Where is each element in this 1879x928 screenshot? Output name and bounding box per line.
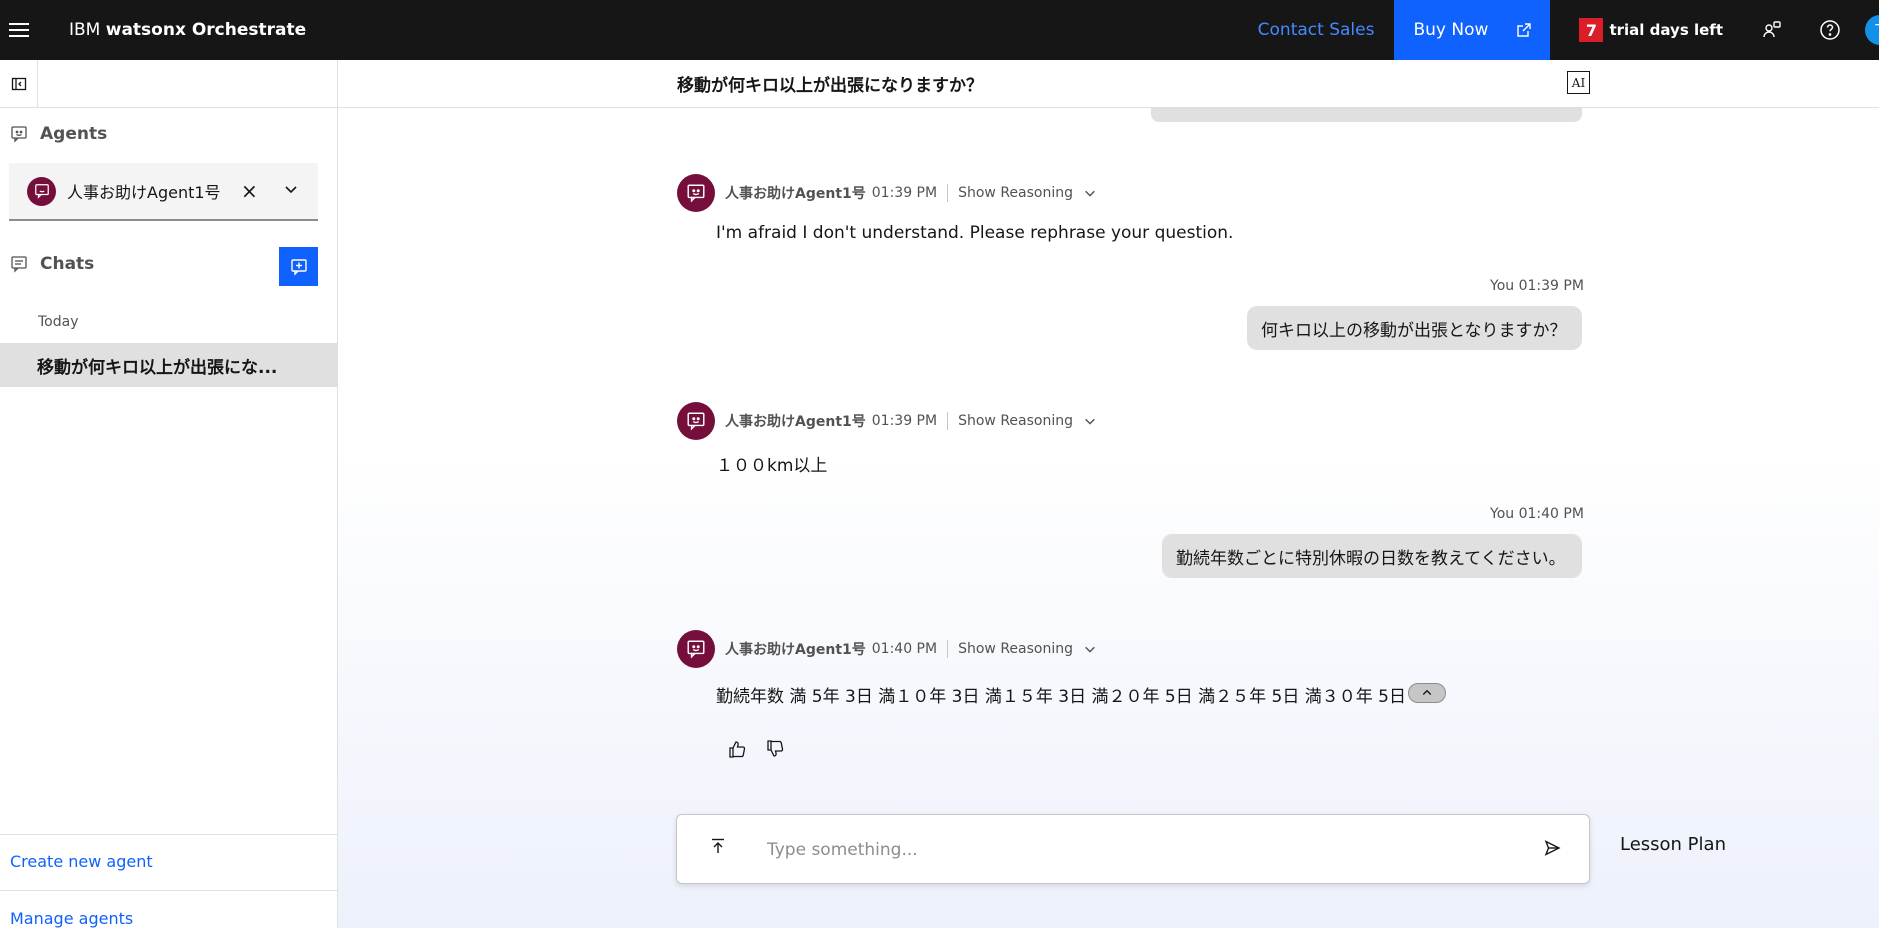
agents-section-header: Agents <box>10 124 107 144</box>
agent-name: 人事お助けAgent1号 <box>725 414 866 430</box>
message-time: 01:39 PM <box>871 185 938 201</box>
chats-section-header: Chats <box>10 254 94 274</box>
manage-agents-link[interactable]: Manage agents <box>10 909 133 928</box>
chats-label: Chats <box>40 254 95 274</box>
chevron-up-icon <box>1422 689 1432 695</box>
show-reasoning-toggle[interactable]: Show Reasoning <box>958 413 1073 429</box>
agent-avatar <box>677 402 715 440</box>
trial-indicator[interactable]: 7 trial days left <box>1579 18 1723 42</box>
clear-agent-icon[interactable]: × <box>241 179 258 203</box>
agent-message-header: 人事お助けAgent1号 01:39 PM Show Reasoning <box>677 402 1097 440</box>
sidebar-divider <box>0 890 337 891</box>
message-time: 01:39 PM <box>871 413 938 429</box>
new-chat-button[interactable] <box>279 247 318 286</box>
new-chat-icon <box>290 258 307 276</box>
chat-history-item[interactable]: 移動が何キロ以上が出張にな... <box>0 343 337 387</box>
send-icon[interactable] <box>1543 839 1561 861</box>
agent-avatar <box>27 176 56 206</box>
upload-icon[interactable] <box>709 837 727 859</box>
user-message-bubble: 勤続年数ごとに特別休暇の日数を教えてください。 <box>1162 534 1582 578</box>
show-reasoning-toggle[interactable]: Show Reasoning <box>958 641 1073 657</box>
user-chat-icon[interactable] <box>1743 0 1801 60</box>
agent-message-text: １００km以上 <box>716 456 828 476</box>
help-icon[interactable] <box>1801 0 1859 60</box>
trial-days-label: trial days left <box>1609 21 1723 39</box>
collapse-sidebar-icon[interactable] <box>0 60 38 107</box>
trial-days-count: 7 <box>1579 18 1604 42</box>
today-label: Today <box>38 314 79 330</box>
show-reasoning-toggle[interactable]: Show Reasoning <box>958 185 1073 201</box>
create-new-agent-link[interactable]: Create new agent <box>10 852 153 871</box>
contact-sales-link[interactable]: Contact Sales <box>1258 20 1375 40</box>
chevron-down-icon[interactable] <box>1083 642 1097 656</box>
menu-icon[interactable] <box>0 0 38 60</box>
message-composer <box>676 814 1590 884</box>
sidebar-divider <box>0 834 337 835</box>
lesson-plan-label[interactable]: Lesson Plan <box>1620 834 1726 855</box>
agent-message-header: 人事お助けAgent1号 01:40 PM Show Reasoning <box>677 630 1097 668</box>
top-bar: IBM watsonx Orchestrate Contact Sales Bu… <box>0 0 1879 60</box>
user-avatar[interactable]: T <box>1865 15 1879 45</box>
agent-name: 人事お助けAgent1号 <box>725 186 866 202</box>
chevron-down-icon[interactable] <box>283 181 299 197</box>
collapse-message-button[interactable] <box>1407 683 1446 703</box>
chat-icon <box>11 256 27 273</box>
agent-message-text: I'm afraid I don't understand. Please re… <box>716 223 1234 243</box>
feedback-actions <box>724 736 800 762</box>
chat-header: 移動が何キロ以上が出張になりますか？ AI <box>338 60 1879 108</box>
chevron-down-icon[interactable] <box>1083 186 1097 200</box>
brand-name: watsonx Orchestrate <box>105 20 307 40</box>
app-brand: IBM watsonx Orchestrate <box>69 20 306 40</box>
ai-badge[interactable]: AI <box>1567 71 1590 94</box>
thumbs-down-icon[interactable] <box>762 736 788 762</box>
user-message-bubble: 何キロ以上の移動が出張となりますか？ <box>1247 306 1582 350</box>
message-time: 01:40 PM <box>871 641 938 657</box>
chat-title: 移動が何キロ以上が出張になりますか？ <box>677 76 983 96</box>
selected-agent-name: 人事お助けAgent1号 <box>67 183 221 202</box>
thumbs-up-icon[interactable] <box>724 736 750 762</box>
buy-now-button[interactable]: Buy Now <box>1394 0 1551 60</box>
message-input[interactable] <box>767 835 1487 865</box>
agent-avatar <box>677 630 715 668</box>
buy-now-label: Buy Now <box>1413 20 1489 40</box>
agent-message-header: 人事お助けAgent1号 01:39 PM Show Reasoning <box>677 174 1097 212</box>
previous-message-bubble <box>1151 108 1582 122</box>
chat-panel: 移動が何キロ以上が出張になりますか？ AI 人事お助けAgent1号 01:39… <box>338 60 1879 928</box>
agent-avatar <box>677 174 715 212</box>
external-link-icon <box>1517 23 1532 37</box>
agents-label: Agents <box>40 124 108 144</box>
sidebar: Agents 人事お助けAgent1号 × Chats Today 移動が何キロ… <box>0 60 338 928</box>
agent-message-text: 勤続年数 満 5年 3日 満１０年 3日 満１５年 3日 満２０年 5日 満２５… <box>716 687 1406 707</box>
user-message-meta: You 01:39 PM <box>1490 278 1584 294</box>
user-message-meta: You 01:40 PM <box>1490 506 1584 522</box>
agent-name: 人事お助けAgent1号 <box>725 642 866 658</box>
sidebar-divider <box>0 107 338 108</box>
chevron-down-icon[interactable] <box>1083 414 1097 428</box>
brand-prefix: IBM <box>69 20 101 40</box>
agent-selector[interactable]: 人事お助けAgent1号 × <box>9 163 318 221</box>
agent-message-text-wrap: 勤続年数 満 5年 3日 満１０年 3日 満１５年 3日 満２０年 5日 満２５… <box>716 682 1446 707</box>
agent-icon <box>11 126 27 143</box>
